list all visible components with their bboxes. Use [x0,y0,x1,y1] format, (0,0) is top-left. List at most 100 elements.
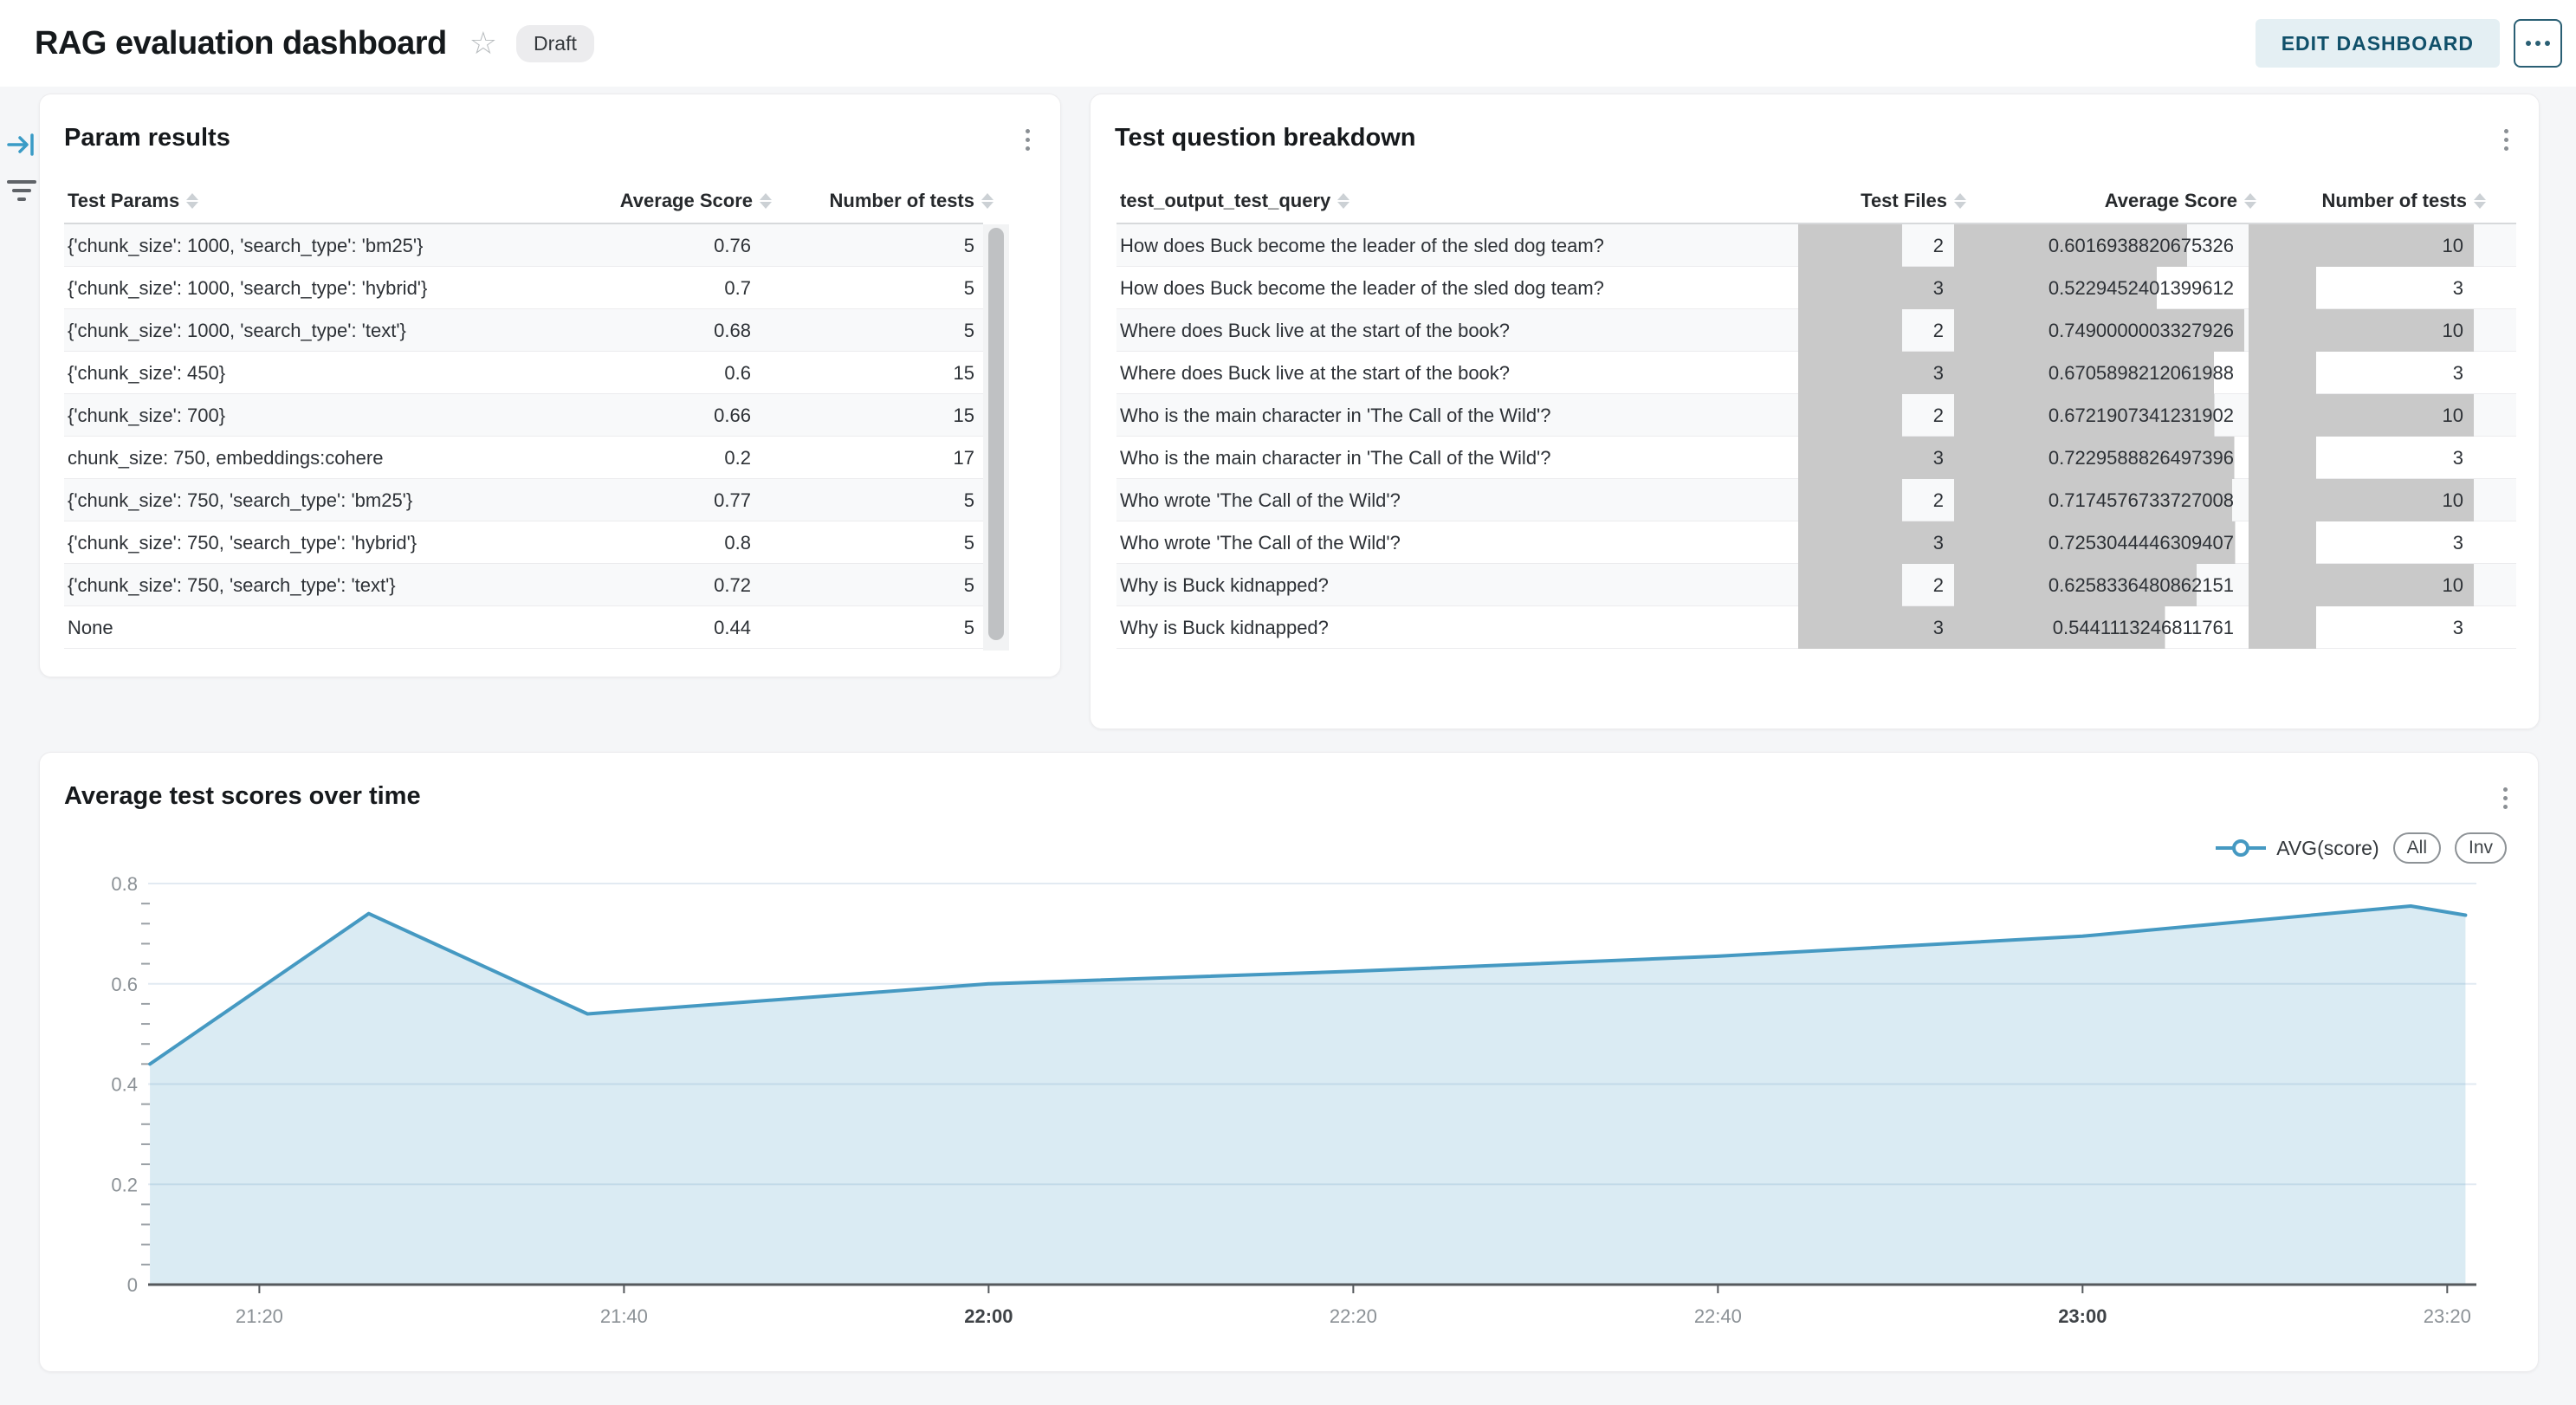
chart-card: Average test scores over time AVG(score)… [39,752,2539,1372]
column-header-average-score[interactable]: Average Score [620,178,772,224]
table-row: {'chunk_size': 750, 'search_type': 'hybr… [64,521,983,564]
param-results-table-body: {'chunk_size': 1000, 'search_type': 'bm2… [64,224,983,649]
table-scrollbar-thumb[interactable] [988,228,1004,640]
y-axis-tick-label: 0 [127,1274,138,1296]
table-row: Where does Buck live at the start of the… [1116,352,2516,394]
number-of-tests-value-minibar: 3 [2249,352,2474,394]
number-of-tests-value-minibar: 3 [2249,606,2474,649]
average-score-value: 0.68 [714,309,751,352]
test-files-value-minibar: 3 [1798,521,1954,564]
test-files-value-minibar: 3 [1798,437,1954,479]
number-of-tests-value-minibar: 3 [2249,521,2474,564]
more-options-button[interactable] [2514,19,2562,68]
column-header-number-of-tests[interactable]: Number of tests [2322,178,2486,224]
table-row: {'chunk_size': 750, 'search_type': 'text… [64,564,983,606]
average-score-value: 0.72 [714,564,751,606]
x-axis-tick-label: 23:20 [2424,1305,2471,1327]
number-of-tests-value: 5 [964,521,974,564]
test-query-value: Why is Buck kidnapped? [1120,564,1329,606]
card-menu-kebab-icon[interactable] [1015,122,1039,157]
favorite-star-icon[interactable]: ☆ [469,28,497,59]
test-params-value: {'chunk_size': 1000, 'search_type': 'bm2… [68,224,423,267]
card-menu-kebab-icon[interactable] [2494,122,2518,157]
test-query-value: Who wrote 'The Call of the Wild'? [1120,521,1401,564]
number-of-tests-value-minibar: 10 [2249,394,2474,437]
number-of-tests-value: 15 [954,352,974,394]
card-title: Test question breakdown [1115,124,1416,152]
average-score-value-minibar: 0.6258336480862151 [1954,564,2244,606]
column-header-number-of-tests[interactable]: Number of tests [830,178,994,224]
number-of-tests-value: 5 [964,479,974,521]
x-axis-tick-label: 22:20 [1330,1305,1377,1327]
average-score-value-minibar: 0.7490000003327926 [1954,309,2244,352]
average-score-value-minibar: 0.7253044446309407 [1954,521,2244,564]
area-chart[interactable]: 00.20.40.60.821:2021:4022:0022:2022:4023… [40,753,2540,1373]
average-score-value-minibar: 0.6721907341231902 [1954,394,2244,437]
table-row: chunk_size: 750, embeddings:cohere0.217 [64,437,983,479]
table-row: Who wrote 'The Call of the Wild'?20.7174… [1116,479,2516,521]
table-row: Where does Buck live at the start of the… [1116,309,2516,352]
average-score-value-minibar: 0.7229588826497396 [1954,437,2244,479]
y-axis-tick-label: 0.2 [111,1174,138,1195]
test-params-value: {'chunk_size': 1000, 'search_type': 'hyb… [68,267,427,309]
test-query-value: Why is Buck kidnapped? [1120,606,1329,649]
table-scrollbar-track [983,224,1009,651]
test-files-value-minibar: 3 [1798,352,1954,394]
collapse-panel-icon[interactable] [5,128,38,161]
table-row: How does Buck become the leader of the s… [1116,224,2516,267]
test-query-value: Where does Buck live at the start of the… [1120,352,1510,394]
average-score-value-minibar: 0.6705898212061988 [1954,352,2244,394]
test-query-value: How does Buck become the leader of the s… [1120,267,1604,309]
table-row: Who wrote 'The Call of the Wild'? 30.7253… [1116,521,2516,564]
test-files-value-minibar: 3 [1798,606,1954,649]
x-axis-tick-label: 23:00 [2058,1305,2107,1327]
average-score-value-minibar: 0.7174576733727008 [1954,479,2244,521]
test-params-value: {'chunk_size': 700} [68,394,225,437]
filter-icon[interactable] [5,177,38,206]
sort-icon [1954,193,1966,209]
table-row: {'chunk_size': 700} 0.66 15 [64,394,983,437]
number-of-tests-value: 5 [964,309,974,352]
question-breakdown-card: Test question breakdown test_output_test… [1090,94,2540,729]
edit-dashboard-button[interactable]: EDIT DASHBOARD [2256,19,2500,68]
sort-icon [760,193,772,209]
number-of-tests-value-minibar: 3 [2249,267,2474,309]
x-axis-tick-label: 22:00 [964,1305,1013,1327]
table-row: {'chunk_size': 1000, 'search_type': 'bm2… [64,224,983,267]
x-axis-tick-label: 21:40 [600,1305,648,1327]
param-results-card: Param results Test Params Average Score … [39,94,1061,677]
number-of-tests-value: 5 [964,224,974,267]
y-axis-tick-label: 0.8 [111,873,138,895]
test-query-value: Who is the main character in 'The Call o… [1120,394,1551,437]
number-of-tests-value: 15 [954,394,974,437]
test-params-value: {'chunk_size': 750, 'search_type': 'bm25… [68,479,412,521]
test-files-value-minibar: 2 [1798,394,1954,437]
sort-icon [2244,193,2256,209]
number-of-tests-value-minibar: 10 [2249,224,2474,267]
average-score-value: 0.8 [724,521,751,564]
sort-icon [186,193,198,209]
column-header-test-query[interactable]: test_output_test_query [1120,178,1349,224]
column-header-average-score[interactable]: Average Score [2105,178,2256,224]
table-row: {'chunk_size': 1000, 'search_type': 'tex… [64,309,983,352]
average-score-value-minibar: 0.5441113246811761 [1954,606,2244,649]
average-score-value: 0.6 [724,352,751,394]
average-score-value: 0.66 [714,394,751,437]
question-table-body: How does Buck become the leader of the s… [1116,224,2516,649]
table-row: {'chunk_size': 750, 'search_type': 'bm25… [64,479,983,521]
average-score-value: 0.44 [714,606,751,649]
number-of-tests-value: 5 [964,564,974,606]
y-axis-tick-label: 0.6 [111,974,138,995]
table-row: {'chunk_size': 1000, 'search_type': 'hyb… [64,267,983,309]
average-score-value: 0.76 [714,224,751,267]
average-score-value-minibar: 0.6016938820675326 [1954,224,2244,267]
test-query-value: How does Buck become the leader of the s… [1120,224,1604,267]
table-row: Why is Buck kidnapped? 20.625833648086215… [1116,564,2516,606]
test-files-value-minibar: 2 [1798,564,1954,606]
column-header-test-files[interactable]: Test Files [1861,178,1966,224]
sort-icon [1337,193,1349,209]
column-header-test-params[interactable]: Test Params [68,178,198,224]
test-query-value: Who wrote 'The Call of the Wild'? [1120,479,1401,521]
number-of-tests-value: 17 [954,437,974,479]
number-of-tests-value-minibar: 10 [2249,564,2474,606]
